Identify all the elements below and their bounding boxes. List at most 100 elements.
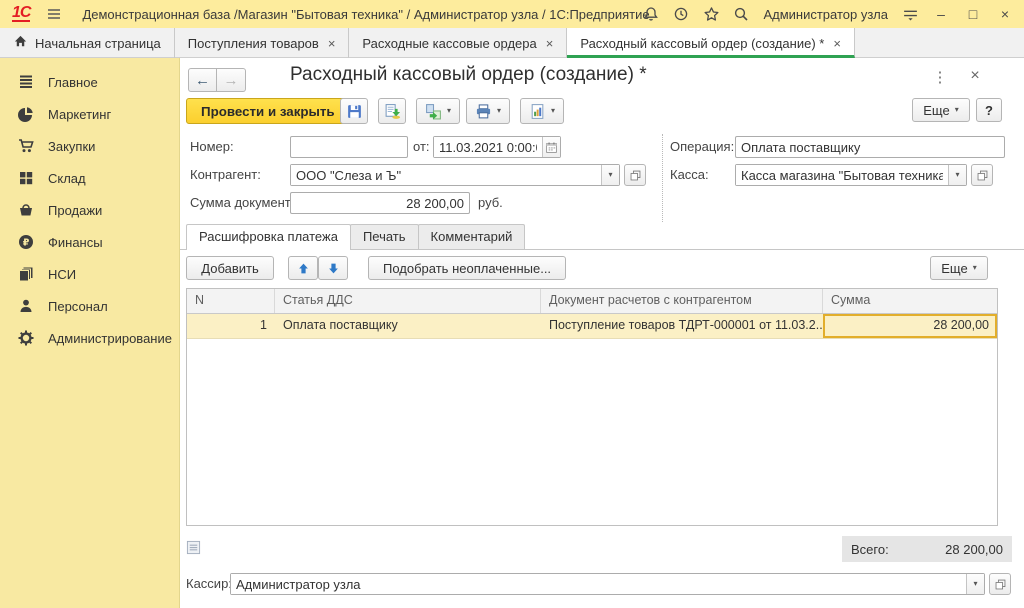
add-row-button[interactable]: Добавить: [186, 256, 274, 280]
close-tab-icon[interactable]: ×: [546, 36, 554, 51]
form-menu-dots-icon[interactable]: ⋮: [932, 68, 948, 86]
floppy-icon: [346, 103, 363, 120]
counterparty-field: ▾: [290, 164, 620, 186]
cashier-open-button[interactable]: [989, 573, 1011, 595]
footer-list-icon[interactable]: [186, 540, 201, 558]
date-field: [433, 136, 561, 158]
sections-panel: Главное Маркетинг Закупки Склад Продажи …: [0, 58, 180, 608]
cashier-input[interactable]: [231, 574, 966, 594]
post-document-button[interactable]: [378, 98, 406, 124]
service-settings-icon[interactable]: [900, 4, 920, 24]
col-doc[interactable]: Документ расчетов с контрагентом: [541, 289, 823, 313]
move-row-up-button[interactable]: [288, 256, 318, 280]
cashier-dropdown-icon[interactable]: ▾: [966, 574, 984, 594]
total-label: Всего:: [851, 542, 889, 557]
counterparty-input[interactable]: [291, 165, 601, 185]
cashbox-input[interactable]: [736, 165, 948, 185]
minimize-button[interactable]: –: [930, 6, 952, 22]
tab-home[interactable]: Начальная страница: [0, 28, 175, 58]
1c-logo-icon: 1С: [12, 6, 30, 22]
total-value: 28 200,00: [945, 542, 1003, 557]
operation-input[interactable]: [735, 136, 1005, 158]
app-window: 1С Демонстрационная база /Магазин "Бытов…: [0, 0, 1024, 608]
close-window-button[interactable]: ×: [994, 6, 1016, 22]
sidebar-item-finance[interactable]: ₽ Финансы: [0, 226, 179, 258]
search-icon[interactable]: [731, 4, 751, 24]
cashier-field: ▾: [230, 573, 985, 595]
cell-row-number[interactable]: 1: [187, 314, 275, 338]
back-button[interactable]: ←: [188, 68, 217, 92]
sidebar-item-personnel[interactable]: Персонал: [0, 290, 179, 322]
col-n[interactable]: N: [187, 289, 275, 313]
caret-down-icon: ▾: [955, 106, 959, 114]
operation-label: Операция:: [670, 139, 734, 154]
history-icon[interactable]: [671, 4, 691, 24]
tab-cash-orders-list[interactable]: Расходные кассовые ордера ×: [349, 28, 567, 58]
window-title: Демонстрационная база /Магазин "Бытовая …: [82, 7, 649, 22]
tab-goods-receipts[interactable]: Поступления товаров ×: [175, 28, 350, 58]
cell-dds-item[interactable]: Оплата поставщику: [275, 314, 541, 338]
form-close-icon[interactable]: ×: [966, 67, 984, 85]
more-button[interactable]: Еще ▾: [912, 98, 970, 122]
sidebar-item-warehouse[interactable]: Склад: [0, 162, 179, 194]
sidebar-item-nsi[interactable]: НСИ: [0, 258, 179, 290]
save-button[interactable]: [340, 98, 368, 124]
number-label: Номер:: [190, 139, 234, 154]
cell-sum[interactable]: 28 200,00: [823, 314, 997, 338]
main-menu-icon[interactable]: [44, 4, 64, 24]
sidebar-item-sales[interactable]: Продажи: [0, 194, 179, 226]
notifications-bell-icon[interactable]: [641, 4, 661, 24]
forward-button[interactable]: →: [217, 68, 246, 92]
close-tab-icon[interactable]: ×: [833, 36, 841, 51]
table-header: N Статья ДДС Документ расчетов с контраг…: [187, 289, 997, 314]
tab-cash-order-new[interactable]: Расходный кассовый ордер (создание) * ×: [567, 28, 855, 58]
post-document-icon: [384, 103, 401, 120]
table-more-button[interactable]: Еще ▾: [930, 256, 988, 280]
counterparty-open-button[interactable]: [624, 164, 646, 186]
sidebar-item-main[interactable]: Главное: [0, 66, 179, 98]
move-row-down-button[interactable]: [318, 256, 348, 280]
date-input[interactable]: [434, 137, 542, 157]
close-tab-icon[interactable]: ×: [328, 36, 336, 51]
pick-unpaid-button[interactable]: Подобрать неоплаченные...: [368, 256, 566, 280]
arrow-up-icon: [297, 262, 310, 275]
title-bar: 1С Демонстрационная база /Магазин "Бытов…: [0, 0, 1024, 28]
detail-tabstrip: Расшифровка платежа Печать Комментарий: [180, 222, 1024, 250]
cell-settlement-doc[interactable]: Поступление товаров ТДРТ-000001 от 11.03…: [541, 314, 823, 338]
person-icon: [18, 298, 34, 314]
table-toolbar: Добавить Подобрать неоплаченные... Еще ▾: [180, 256, 1024, 282]
sidebar-item-purchases[interactable]: Закупки: [0, 130, 179, 162]
caret-down-icon: ▾: [447, 107, 451, 115]
sidebar-item-administration[interactable]: Администрирование: [0, 322, 179, 354]
amount-input[interactable]: [290, 192, 470, 214]
payment-details-table: N Статья ДДС Документ расчетов с контраг…: [186, 288, 998, 526]
open-link-icon: [629, 169, 642, 182]
cashbox-open-button[interactable]: [971, 164, 993, 186]
amount-label: Сумма документа:: [190, 195, 301, 210]
col-sum[interactable]: Сумма: [823, 289, 997, 313]
print-button[interactable]: ▾: [466, 98, 510, 124]
current-user[interactable]: Администратор узла: [763, 7, 888, 22]
favorites-star-icon[interactable]: [701, 4, 721, 24]
calendar-icon[interactable]: [542, 137, 560, 157]
counterparty-dropdown-icon[interactable]: ▾: [601, 165, 619, 185]
tab-payment-details[interactable]: Расшифровка платежа: [186, 224, 351, 250]
cashbox-dropdown-icon[interactable]: ▾: [948, 165, 966, 185]
menu-lines-icon: [18, 74, 34, 90]
caret-down-icon: ▾: [497, 107, 501, 115]
grid-boxes-icon: [18, 170, 34, 186]
reports-button[interactable]: ▾: [520, 98, 564, 124]
table-row[interactable]: 1 Оплата поставщику Поступление товаров …: [187, 314, 997, 339]
tab-comment[interactable]: Комментарий: [418, 224, 526, 249]
sidebar-item-marketing[interactable]: Маркетинг: [0, 98, 179, 130]
maximize-button[interactable]: □: [962, 6, 984, 22]
create-based-on-button[interactable]: ▾: [416, 98, 460, 124]
number-input[interactable]: [290, 136, 408, 158]
tab-print[interactable]: Печать: [350, 224, 419, 249]
stacked-docs-icon: [18, 266, 34, 282]
cashbox-field: ▾: [735, 164, 967, 186]
caret-down-icon: ▾: [973, 264, 977, 272]
post-and-close-button[interactable]: Провести и закрыть: [186, 98, 350, 124]
col-dds[interactable]: Статья ДДС: [275, 289, 541, 313]
help-button[interactable]: ?: [976, 98, 1002, 122]
